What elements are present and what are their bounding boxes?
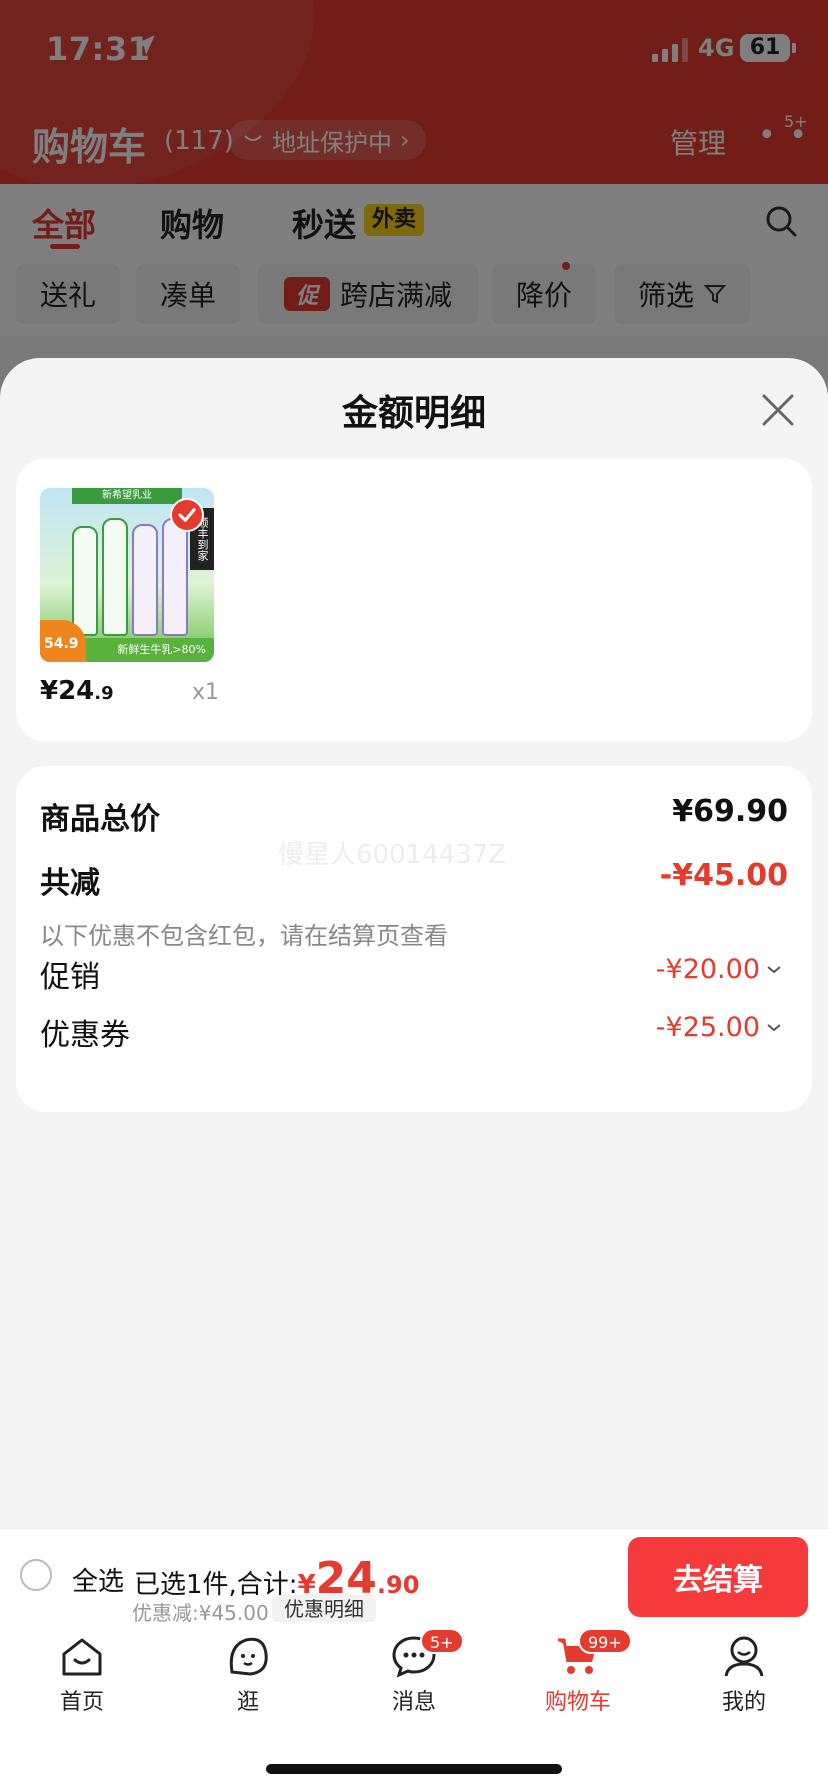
product-image[interactable]: 新希望乳业 顺丰到家 新鲜生牛乳>80% 54.9 xyxy=(40,488,214,662)
checkout-bar: 全选 已选1件,合计: ¥ 24 .90 优惠减:¥45.00 优惠明细 去结算 xyxy=(0,1528,828,1625)
select-all-label[interactable]: 全选 xyxy=(72,1561,124,1598)
checkout-button[interactable]: 去结算 xyxy=(628,1537,808,1617)
explore-icon xyxy=(229,1637,268,1676)
tabbar-profile-label: 我的 xyxy=(721,1690,766,1715)
watermark: 慢星人60014437Z xyxy=(278,840,507,870)
cart-badge: 99+ xyxy=(578,1628,632,1654)
coupon-label: 优惠券 xyxy=(40,1018,130,1053)
milk-bottle xyxy=(132,524,158,636)
selected-count-text: 已选1件,合计: xyxy=(134,1570,298,1600)
coupon-row-toggle[interactable]: -¥25.00 xyxy=(656,1012,782,1043)
product-brand-text: 新希望乳业 xyxy=(72,488,182,504)
total-reduction-label: 共减 xyxy=(40,866,100,901)
amount-detail-sheet: 金额明细 新希望乳业 顺丰到家 新鲜生牛乳>80% 54.9 ¥24.9 x1 … xyxy=(0,358,828,1528)
tabbar-home[interactable]: 首页 xyxy=(22,1632,142,1716)
tabbar-explore-label: 逛 xyxy=(236,1690,259,1715)
product-image-price: 54.9 xyxy=(40,620,86,662)
tabbar-messages-label: 消息 xyxy=(391,1690,436,1715)
item-quantity: x1 xyxy=(192,680,220,705)
tabbar-messages[interactable]: 消息 5+ xyxy=(354,1628,474,1716)
milk-bottle xyxy=(162,518,188,636)
price-summary-card: 商品总价 ¥69.90 慢星人60014437Z 共减 -¥45.00 以下优惠… xyxy=(16,766,812,1112)
chevron-down-icon xyxy=(767,1023,781,1031)
milk-bottle xyxy=(72,526,98,636)
total-amount-dec: .90 xyxy=(376,1571,420,1599)
tabbar-home-label: 首页 xyxy=(59,1690,104,1715)
tabbar-explore[interactable]: 逛 xyxy=(188,1632,308,1716)
reduction-note: 以下优惠不包含红包，请在结算页查看 xyxy=(40,922,448,950)
home-indicator xyxy=(266,1764,562,1774)
selected-items-card: 新希望乳业 顺丰到家 新鲜生牛乳>80% 54.9 ¥24.9 x1 xyxy=(16,458,812,742)
milk-bottle xyxy=(102,518,128,636)
item-price-int: ¥24 xyxy=(40,676,95,706)
profile-icon xyxy=(724,1636,764,1677)
chevron-down-icon xyxy=(767,965,781,973)
sheet-title: 金额明细 xyxy=(341,393,486,434)
coupon-value: -¥25.00 xyxy=(655,1012,760,1043)
tabbar-profile[interactable]: 我的 xyxy=(684,1632,804,1716)
total-reduction-value: -¥45.00 xyxy=(659,858,788,893)
total-price-label: 商品总价 xyxy=(40,802,160,837)
promotion-label: 促销 xyxy=(40,960,100,995)
home-icon xyxy=(62,1638,102,1676)
promotion-value: -¥20.00 xyxy=(655,954,760,985)
close-icon[interactable] xyxy=(758,390,798,430)
total-price-value: ¥69.90 xyxy=(672,794,788,829)
promotion-row-toggle[interactable]: -¥20.00 xyxy=(656,954,782,985)
tabbar-cart[interactable]: 购物车 99+ xyxy=(518,1628,638,1716)
select-all-radio[interactable] xyxy=(20,1559,52,1591)
discount-detail-link[interactable]: 优惠明细 xyxy=(272,1595,376,1623)
selected-check-icon xyxy=(170,498,204,532)
item-price: ¥24.9 xyxy=(40,676,114,706)
messages-badge: 5+ xyxy=(420,1628,464,1654)
item-price-dec: .9 xyxy=(94,683,114,704)
tabbar-cart-label: 购物车 xyxy=(544,1690,611,1715)
